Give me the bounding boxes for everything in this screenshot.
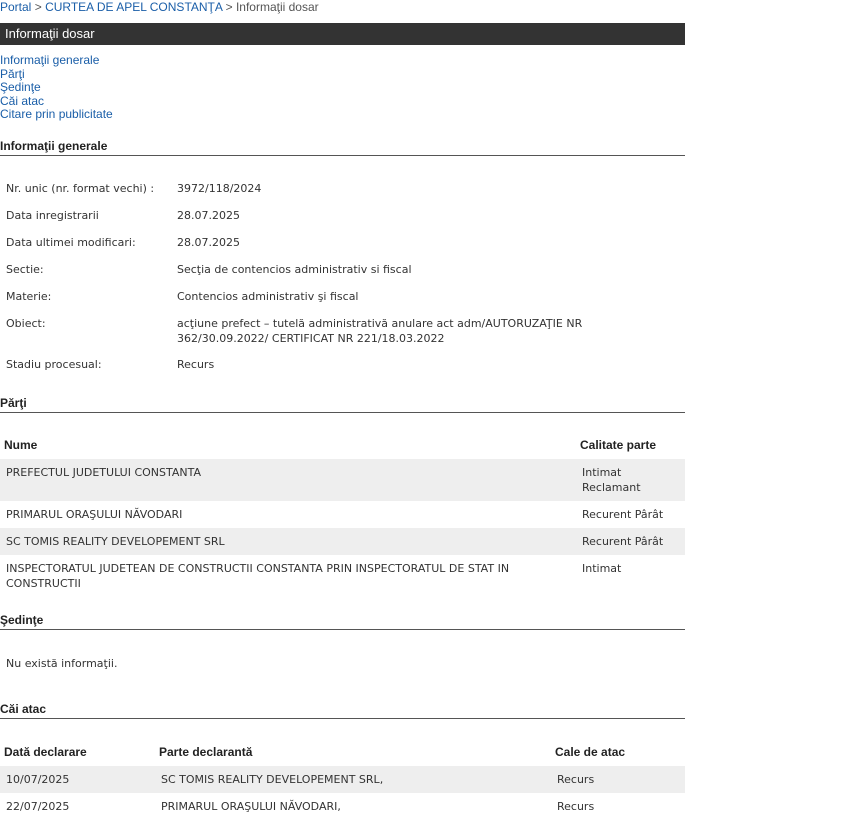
appeal-date: 22/07/2025 (6, 800, 70, 813)
link-cai-atac[interactable]: Căi atac (0, 94, 113, 109)
link-informatii-generale[interactable]: Informaţii generale (0, 53, 113, 68)
page-title-bar: Informaţii dosar (0, 23, 685, 45)
table-row: 10/07/2025 SC TOMIS REALITY DEVELOPEMENT… (0, 766, 685, 793)
party-role: Intimat Reclamant (582, 466, 641, 494)
breadcrumb-separator: > (225, 0, 233, 14)
info-label: Data ultimei modificari: (6, 236, 136, 249)
party-name: INSPECTORATUL JUDETEAN DE CONSTRUCTII CO… (6, 562, 510, 590)
table-row: PREFECTUL JUDETULUI CONSTANTA Intimat Re… (0, 459, 685, 501)
column-header-calitate-parte: Calitate parte (580, 438, 657, 452)
party-role: Intimat (582, 562, 622, 575)
party-name: PRIMARUL ORAŞULUI NĂVODARI (6, 508, 183, 521)
section-heading-parti: Părţi (0, 396, 685, 413)
info-label: Materie: (6, 290, 52, 303)
info-label: Data inregistrarii (6, 209, 99, 222)
breadcrumb: Portal > CURTEA DE APEL CONSTANŢA > Info… (0, 0, 319, 14)
appeal-date: 10/07/2025 (6, 773, 70, 786)
info-value: 3972/118/2024 (177, 182, 262, 195)
table-row: PRIMARUL ORAŞULUI NĂVODARI Recurent Pârâ… (0, 501, 685, 528)
info-label: Nr. unic (nr. format vechi) : (6, 182, 155, 195)
appeal-type: Recurs (557, 800, 595, 813)
breadcrumb-portal-link[interactable]: Portal (0, 0, 31, 14)
info-label: Obiect: (6, 317, 46, 330)
section-heading-general: Informaţii generale (0, 139, 685, 156)
party-role: Recurent Pârât (582, 535, 664, 548)
section-links: Informaţii generale Părţi Şedinţe Căi at… (0, 53, 113, 122)
info-label: Stadiu procesual: (6, 358, 102, 371)
column-header-parte-declaranta: Parte declarantă (159, 745, 253, 759)
link-parti[interactable]: Părţi (0, 67, 113, 82)
table-row: SC TOMIS REALITY DEVELOPEMENT SRL Recure… (0, 528, 685, 555)
info-label: Sectie: (6, 263, 44, 276)
table-row: 22/07/2025 PRIMARUL ORAŞULUI NĂVODARI, R… (0, 793, 685, 816)
appeal-party: SC TOMIS REALITY DEVELOPEMENT SRL, (161, 773, 384, 786)
info-value: acţiune prefect – tutelă administrativă … (177, 317, 583, 345)
info-value: Recurs (177, 358, 215, 371)
breadcrumb-separator: > (34, 0, 42, 14)
info-value: 28.07.2025 (177, 209, 240, 222)
breadcrumb-current: Informaţii dosar (235, 0, 319, 14)
info-value: 28.07.2025 (177, 236, 240, 249)
table-row: INSPECTORATUL JUDETEAN DE CONSTRUCTII CO… (0, 555, 685, 597)
appeal-party: PRIMARUL ORAŞULUI NĂVODARI, (161, 800, 341, 813)
section-heading-cai-atac: Căi atac (0, 702, 685, 719)
column-header-nume: Nume (4, 438, 38, 452)
section-heading-sedinte: Şedinţe (0, 613, 685, 630)
page-title: Informaţii dosar (5, 26, 95, 41)
column-header-cale-de-atac: Cale de atac (555, 745, 626, 759)
party-role: Recurent Pârât (582, 508, 664, 521)
party-name: SC TOMIS REALITY DEVELOPEMENT SRL (6, 535, 225, 548)
link-sedinte[interactable]: Şedinţe (0, 80, 113, 95)
link-citare-prin-publicitate[interactable]: Citare prin publicitate (0, 107, 113, 122)
party-name: PREFECTUL JUDETULUI CONSTANTA (6, 466, 201, 479)
info-value: Secţia de contencios administrativ si fi… (177, 263, 412, 276)
appeal-type: Recurs (557, 773, 595, 786)
sedinte-empty-message: Nu există informaţii. (6, 657, 118, 670)
breadcrumb-court-link[interactable]: CURTEA DE APEL CONSTANŢA (45, 0, 222, 14)
column-header-data-declarare: Dată declarare (4, 745, 87, 759)
info-value: Contencios administrativ şi fiscal (177, 290, 359, 303)
